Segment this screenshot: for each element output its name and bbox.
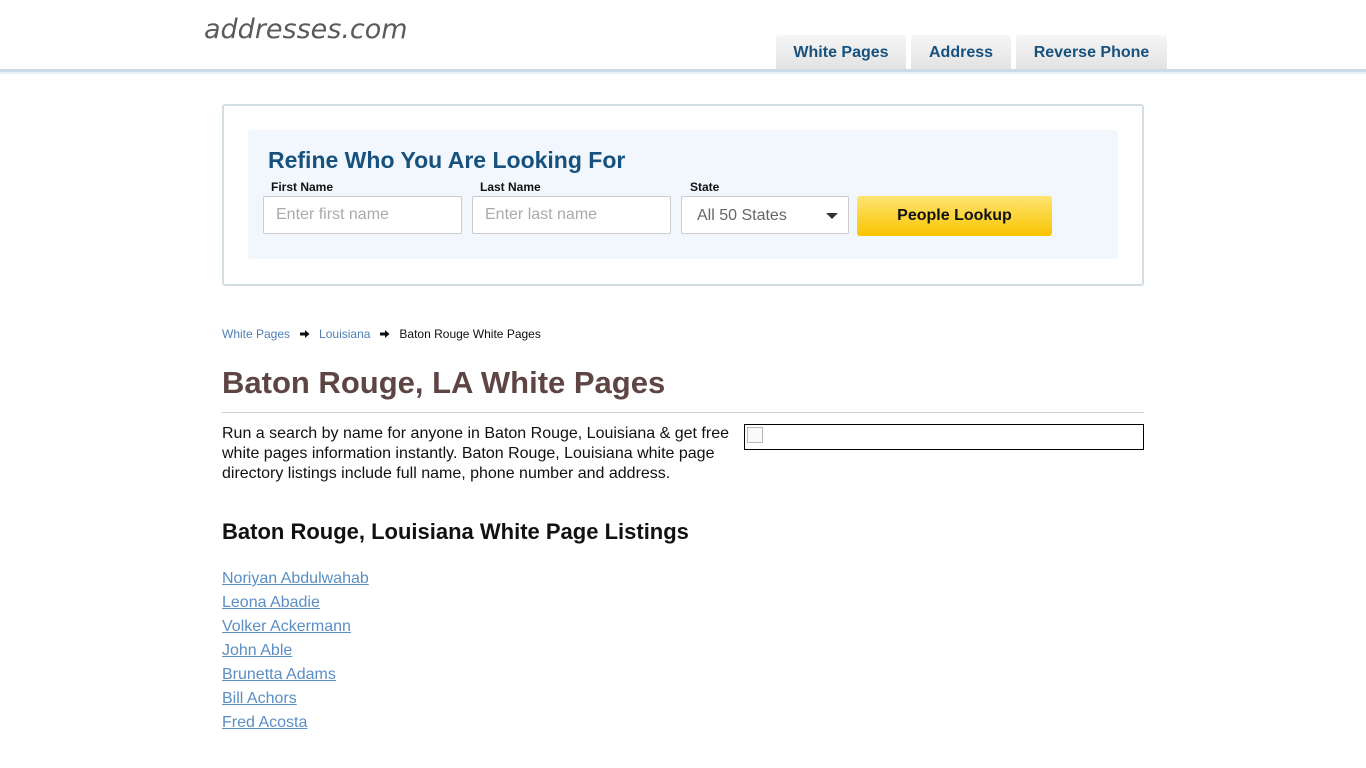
search-title: Refine Who You Are Looking For (268, 147, 626, 173)
listing-link[interactable]: Fred Acosta (222, 714, 307, 731)
chevron-down-icon (826, 213, 838, 219)
state-select[interactable]: All 50 States (681, 196, 849, 234)
listing-link[interactable]: Leona Abadie (222, 594, 320, 611)
last-name-input[interactable] (472, 196, 671, 234)
listing-link[interactable]: Brunetta Adams (222, 666, 336, 683)
breadcrumb: White Pages Louisiana Baton Rouge White … (222, 327, 541, 341)
list-item: Brunetta Adams (222, 665, 369, 689)
people-lookup-button[interactable]: People Lookup (857, 196, 1052, 236)
listings-title: Baton Rouge, Louisiana White Page Listin… (222, 519, 689, 544)
list-item: Volker Ackermann (222, 617, 369, 641)
listing-link[interactable]: Bill Achors (222, 690, 297, 707)
last-name-label: Last Name (480, 180, 541, 194)
ad-image[interactable] (744, 424, 1144, 450)
site-logo[interactable]: addresses.com (204, 14, 408, 45)
header-divider-shadow (0, 72, 1366, 74)
state-selected-value: All 50 States (697, 207, 787, 224)
page-title: Baton Rouge, LA White Pages (222, 365, 666, 400)
listing-link[interactable]: Volker Ackermann (222, 618, 351, 635)
list-item: Fred Acosta (222, 713, 369, 737)
nav-tab-white-pages[interactable]: White Pages (776, 35, 906, 70)
breadcrumb-link-white-pages[interactable]: White Pages (222, 327, 290, 341)
list-item: Bill Achors (222, 689, 369, 713)
nav-tab-reverse-phone[interactable]: Reverse Phone (1016, 35, 1167, 70)
arrow-right-icon (380, 330, 390, 338)
site-header: addresses.com White Pages Address Revers… (0, 0, 1366, 76)
state-label: State (690, 180, 720, 194)
first-name-label: First Name (271, 180, 334, 194)
listings-list: Noriyan Abdulwahab Leona Abadie Volker A… (222, 569, 369, 737)
list-item: John Able (222, 641, 369, 665)
intro-text: Run a search by name for anyone in Baton… (222, 425, 729, 482)
first-name-input[interactable] (263, 196, 462, 234)
list-item: Noriyan Abdulwahab (222, 569, 369, 593)
arrow-right-icon (300, 330, 310, 338)
breadcrumb-current: Baton Rouge White Pages (399, 327, 541, 341)
listing-link[interactable]: Noriyan Abdulwahab (222, 570, 369, 587)
nav-tab-address[interactable]: Address (911, 35, 1011, 70)
list-item: Leona Abadie (222, 593, 369, 617)
broken-image-icon (747, 427, 763, 443)
search-panel: Refine Who You Are Looking For First Nam… (222, 104, 1144, 286)
listing-link[interactable]: John Able (222, 642, 292, 659)
search-form: Refine Who You Are Looking For First Nam… (248, 130, 1118, 259)
title-divider (222, 412, 1144, 413)
breadcrumb-link-louisiana[interactable]: Louisiana (319, 327, 370, 341)
